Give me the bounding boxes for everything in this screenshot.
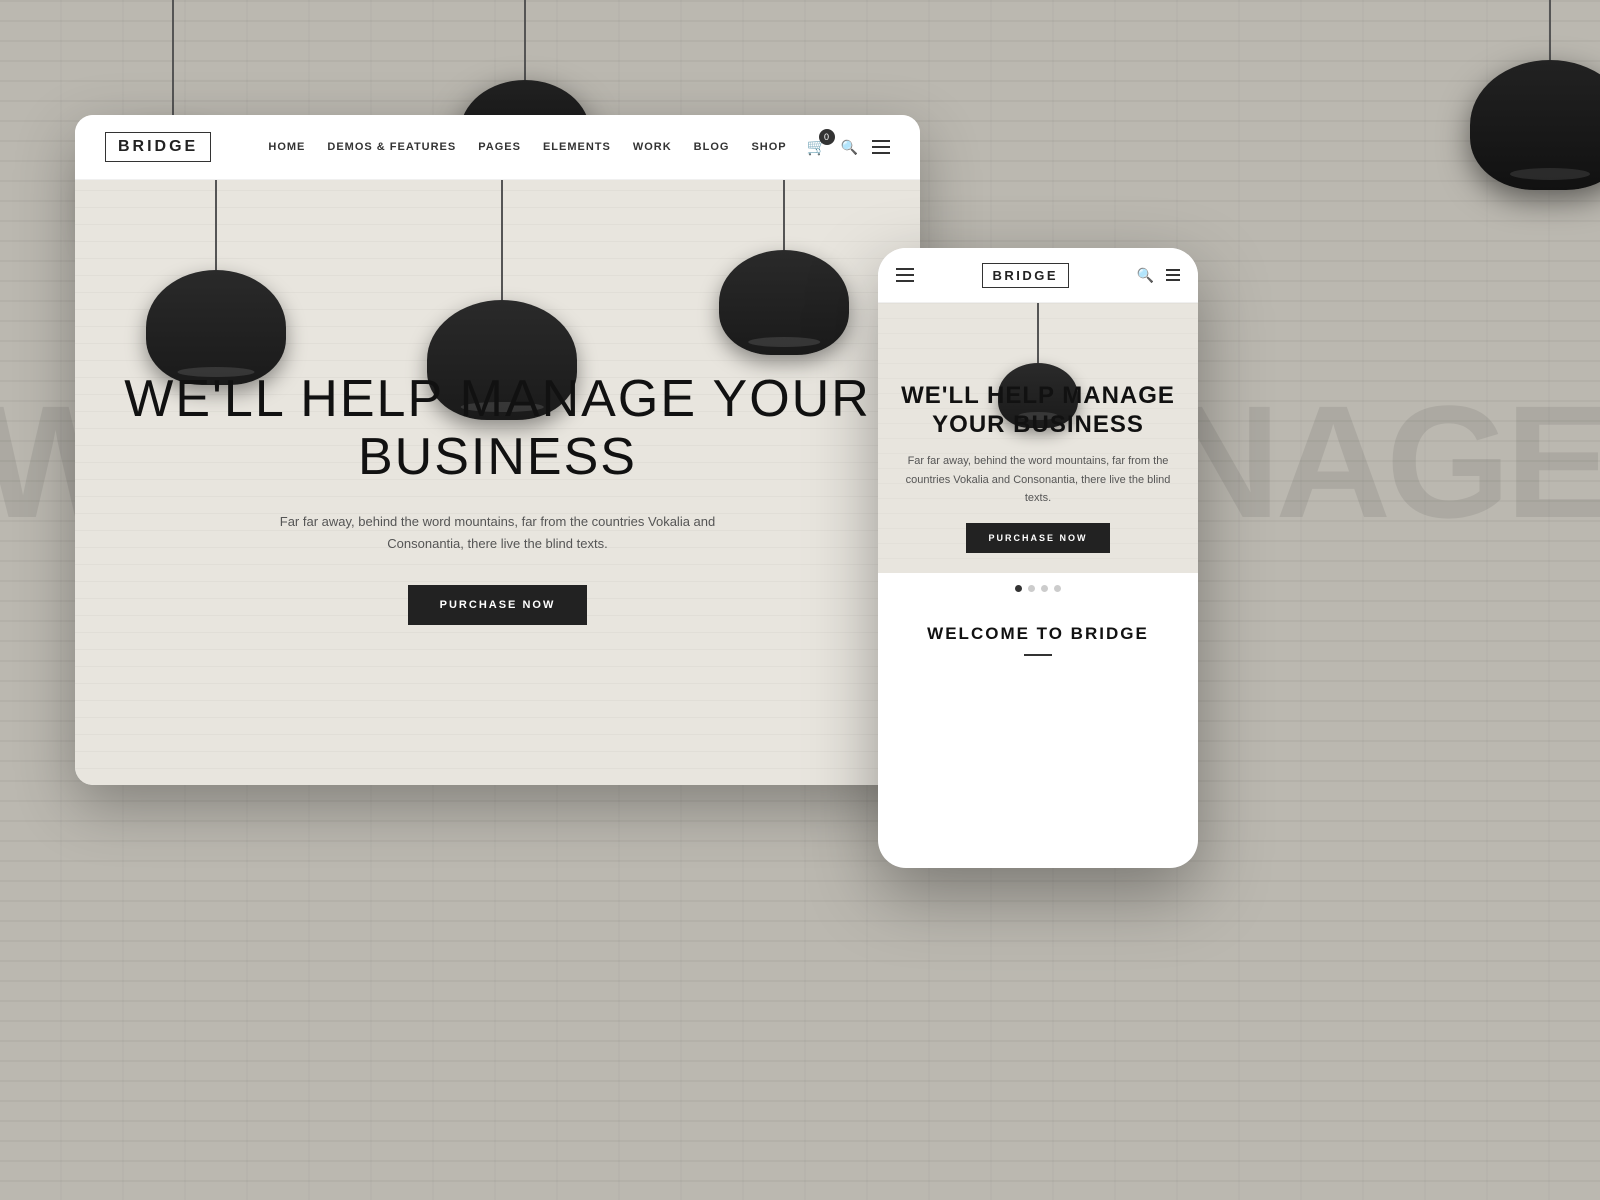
mobile-slider-dots [878, 573, 1198, 604]
mobile-lamp-cord [1037, 303, 1039, 363]
mobile-hero: WE'LL HELP MANAGE YOUR BUSINESS Far far … [878, 303, 1198, 573]
mobile-logo: BRIDGE [982, 263, 1070, 288]
mobile-welcome-divider [1024, 654, 1052, 656]
desktop-nav-icons: 🛒 0 🔍 [807, 137, 890, 157]
nav-item-blog[interactable]: BLOG [694, 141, 730, 153]
nav-item-home[interactable]: HOME [268, 141, 305, 153]
bg-lamp-right-far [1470, 0, 1600, 190]
desktop-lamp-1 [146, 180, 286, 385]
nav-item-pages[interactable]: PAGES [478, 141, 521, 153]
search-icon[interactable]: 🔍 [841, 139, 858, 156]
mobile-hero-subtitle: Far far away, behind the word mountains,… [898, 452, 1178, 508]
desktop-header: BRIDGE HOME DEMOS & FEATURES PAGES ELEME… [75, 115, 920, 180]
mobile-nav-icons: 🔍 [1137, 267, 1180, 284]
nav-item-shop[interactable]: SHOP [751, 141, 786, 153]
cart-button[interactable]: 🛒 0 [807, 137, 827, 157]
nav-item-demos[interactable]: DEMOS & FEATURES [327, 141, 456, 153]
desktop-hero-title: WE'LL HELP MANAGE YOUR BUSINESS [115, 371, 880, 485]
mobile-menu-icon[interactable] [1166, 269, 1180, 281]
desktop-nav: HOME DEMOS & FEATURES PAGES ELEMENTS WOR… [268, 141, 786, 153]
mobile-welcome-section: WELCOME TO BRIDGE [878, 604, 1198, 676]
mobile-welcome-title: WELCOME TO BRIDGE [898, 624, 1178, 644]
mobile-purchase-button[interactable]: PURCHASE NOW [966, 523, 1109, 553]
desktop-logo: BRIDGE [105, 132, 211, 162]
mobile-hero-content: WE'LL HELP MANAGE YOUR BUSINESS Far far … [878, 382, 1198, 553]
cart-badge: 0 [819, 129, 835, 145]
mobile-mockup: BRIDGE 🔍 WE'LL HELP MANAGE YOUR BUSINESS… [878, 248, 1198, 868]
dot-4[interactable] [1054, 585, 1061, 592]
nav-item-work[interactable]: WORK [633, 141, 672, 153]
mobile-search-icon[interactable]: 🔍 [1137, 267, 1154, 284]
dot-1[interactable] [1015, 585, 1022, 592]
dot-2[interactable] [1028, 585, 1035, 592]
desktop-purchase-button[interactable]: PURCHASE NOW [408, 585, 588, 625]
nav-item-elements[interactable]: ELEMENTS [543, 141, 611, 153]
desktop-hero: WE'LL HELP MANAGE YOUR BUSINESS Far far … [75, 180, 920, 785]
mobile-hamburger-icon[interactable] [896, 268, 914, 282]
dot-3[interactable] [1041, 585, 1048, 592]
hamburger-menu-icon[interactable] [872, 140, 890, 154]
desktop-hero-content: WE'LL HELP MANAGE YOUR BUSINESS Far far … [75, 371, 920, 625]
desktop-lamp-3 [719, 180, 849, 355]
mobile-header: BRIDGE 🔍 [878, 248, 1198, 303]
desktop-mockup: BRIDGE HOME DEMOS & FEATURES PAGES ELEME… [75, 115, 920, 785]
mobile-hero-title: WE'LL HELP MANAGE YOUR BUSINESS [898, 382, 1178, 440]
desktop-hero-subtitle: Far far away, behind the word mountains,… [248, 511, 748, 555]
